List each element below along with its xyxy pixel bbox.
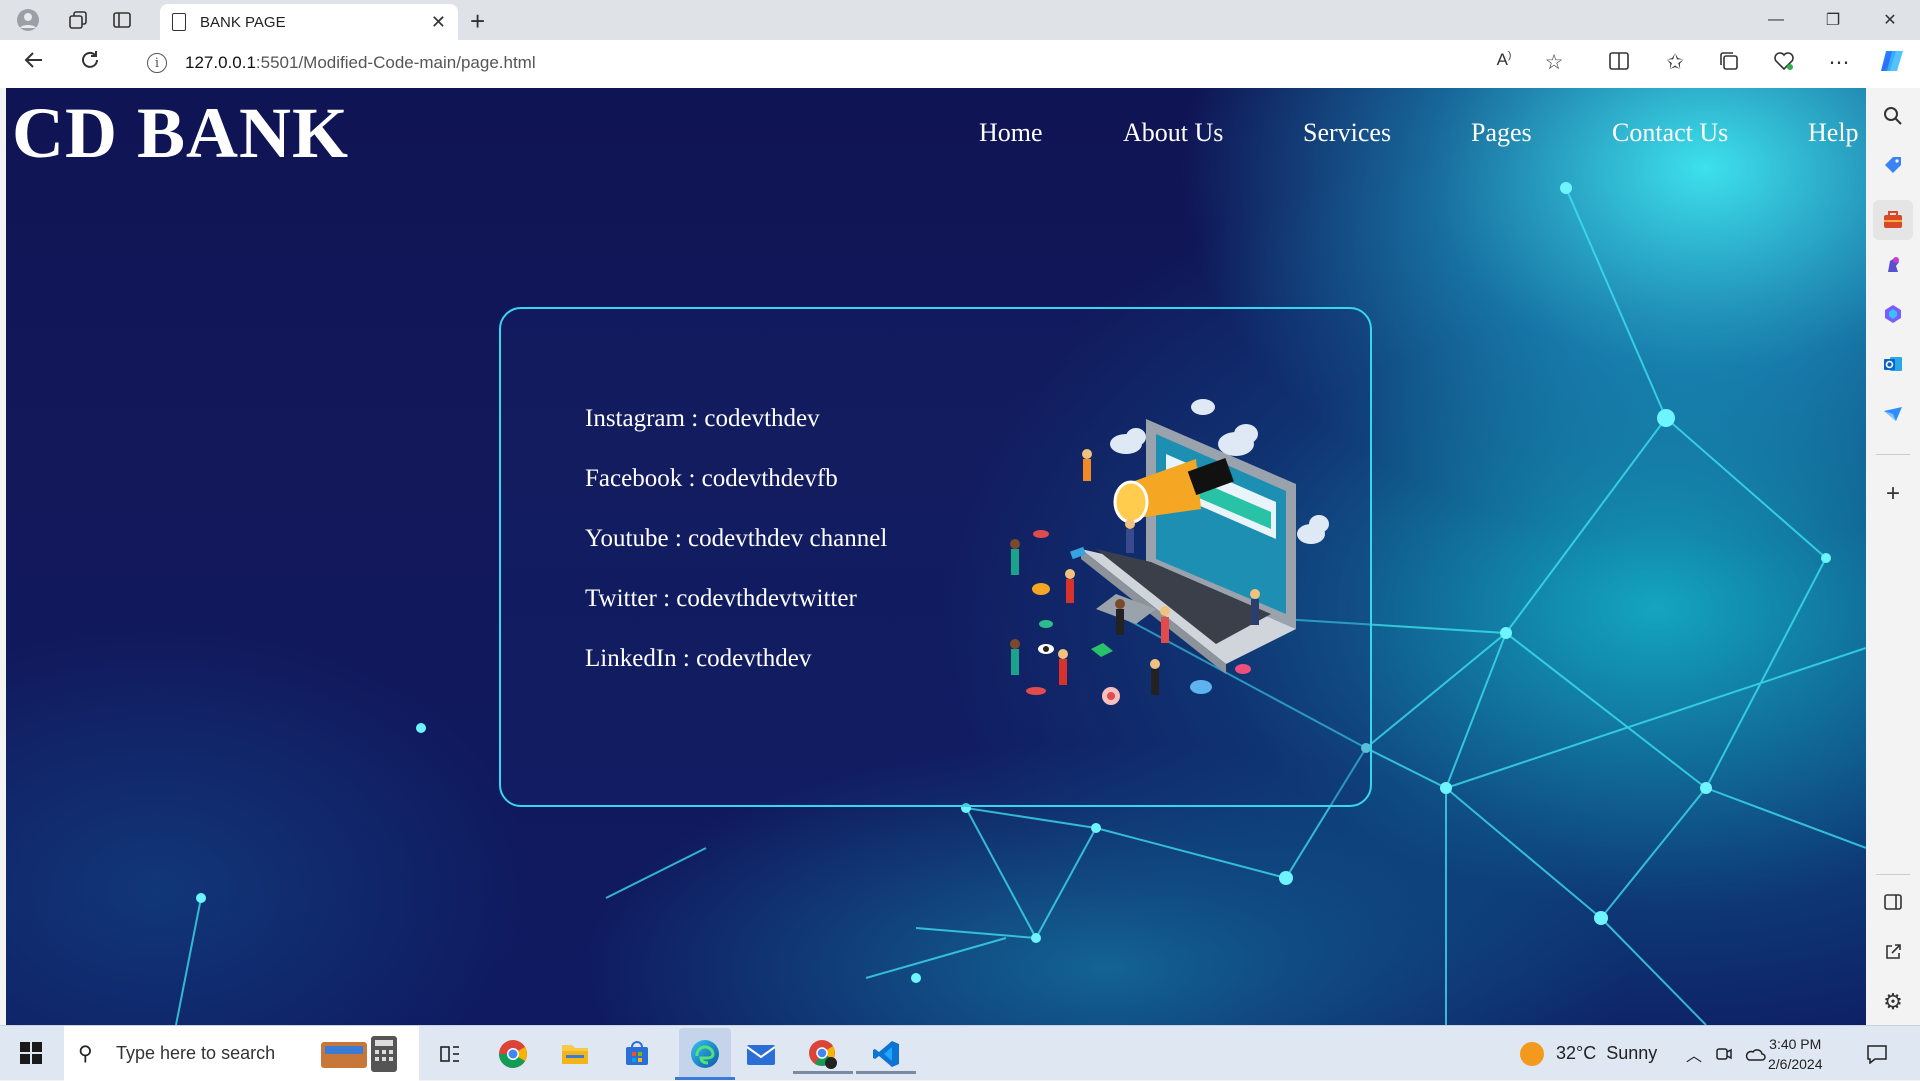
info-icon[interactable]: i [147, 53, 167, 73]
nav-services[interactable]: Services [1303, 118, 1391, 148]
shopping-icon[interactable] [1879, 151, 1907, 179]
collections-icon[interactable] [1714, 50, 1744, 78]
split-screen-icon[interactable] [1604, 50, 1634, 78]
outlook-icon[interactable] [1879, 350, 1907, 378]
contact-twitter: Twitter : codevthdevtwitter [585, 585, 857, 612]
more-icon[interactable]: ⋯ [1824, 50, 1854, 75]
chrome-icon[interactable] [493, 1034, 533, 1074]
restore-button[interactable]: ❐ [1805, 0, 1861, 40]
page-icon [172, 13, 186, 31]
sidebar-toggle-icon[interactable] [1879, 888, 1907, 916]
games-icon[interactable] [1879, 250, 1907, 278]
meet-now-icon[interactable] [1715, 1026, 1733, 1081]
taskbar-search-placeholder: Type here to search [116, 1043, 276, 1063]
contact-linkedin: LinkedIn : codevthdev [585, 645, 812, 672]
notifications-icon[interactable] [1866, 1026, 1888, 1081]
minimize-button[interactable]: — [1748, 0, 1804, 40]
chrome-profile-icon[interactable] [793, 1034, 853, 1074]
nav-about-us[interactable]: About Us [1123, 118, 1223, 148]
search-highlight-icon [319, 1032, 405, 1076]
close-window-button[interactable]: ✕ [1862, 0, 1918, 40]
external-icon[interactable] [1879, 938, 1907, 966]
profile-icon[interactable] [14, 6, 42, 34]
nav-pages[interactable]: Pages [1471, 118, 1532, 148]
show-hidden-icons[interactable]: ︿ [1686, 1026, 1702, 1081]
mail-icon[interactable] [741, 1034, 781, 1074]
contact-list: Instagram : codevthdev Facebook : codevt… [585, 405, 887, 705]
task-view-icon[interactable] [430, 1034, 470, 1074]
search-icon[interactable] [1879, 102, 1907, 130]
edge-sidebar: + ⚙ [1866, 88, 1920, 1025]
edge-taskbar-icon[interactable] [675, 1028, 735, 1080]
back-icon[interactable] [18, 48, 50, 78]
favorites-icon[interactable]: ✩ [1660, 50, 1690, 75]
sun-icon [1520, 1041, 1544, 1066]
close-tab-icon[interactable]: ✕ [431, 12, 446, 33]
contact-card: Instagram : codevthdev Facebook : codevt… [499, 307, 1372, 807]
microsoft365-icon[interactable] [1879, 300, 1907, 328]
copilot-icon[interactable] [1878, 47, 1908, 81]
windows-taskbar: ⚲ Type here to search 32°C Sunny ︿ 3:40 … [0, 1025, 1920, 1081]
favorite-star-icon[interactable]: ☆ [1539, 50, 1569, 75]
url-path: :5501/Modified-Code-main/page.html [255, 53, 536, 72]
tab-title: BANK PAGE [200, 13, 286, 31]
contact-instagram: Instagram : codevthdev [585, 405, 820, 432]
windows-start-icon[interactable] [20, 1042, 42, 1064]
weather-text: 32°C Sunny [1556, 1043, 1658, 1063]
clock-date: 2/6/2024 [1768, 1056, 1823, 1072]
read-aloud-icon[interactable]: A) [1489, 50, 1519, 70]
weather-widget[interactable]: 32°C Sunny [1520, 1026, 1657, 1081]
nav-help[interactable]: Help [1808, 118, 1859, 148]
address-bar[interactable]: i 127.0.0.1:5501/Modified-Code-main/page… [125, 44, 1585, 82]
marketing-illustration [1010, 399, 1329, 705]
page-viewport: CD BANK Home About Us Services Pages Con… [6, 88, 1866, 1025]
workspaces-icon[interactable] [64, 6, 92, 34]
taskbar-clock[interactable]: 3:40 PM 2/6/2024 [1768, 1034, 1823, 1074]
taskbar-search[interactable]: ⚲ Type here to search [64, 1026, 419, 1081]
drop-icon[interactable] [1879, 400, 1907, 428]
store-icon[interactable] [617, 1034, 657, 1074]
running-indicator [793, 1071, 853, 1074]
nav-contact-us[interactable]: Contact Us [1612, 118, 1728, 148]
browser-tab[interactable]: BANK PAGE ✕ [160, 4, 458, 40]
add-icon[interactable]: + [1879, 480, 1907, 508]
clock-time: 3:40 PM [1769, 1036, 1822, 1052]
divider [1876, 454, 1910, 455]
running-indicator [856, 1071, 916, 1074]
search-glass-icon: ⚲ [78, 1043, 93, 1065]
vscode-icon[interactable] [856, 1034, 916, 1074]
browser-essentials-icon[interactable] [1769, 50, 1799, 78]
divider [1876, 874, 1910, 875]
file-explorer-icon[interactable] [555, 1034, 595, 1074]
refresh-icon[interactable] [74, 48, 106, 78]
contact-youtube: Youtube : codevthdev channel [585, 525, 888, 552]
tab-actions-icon[interactable] [108, 6, 136, 34]
site-logo[interactable]: CD BANK [12, 92, 349, 175]
tools-icon[interactable] [1873, 200, 1913, 240]
settings-icon[interactable]: ⚙ [1879, 988, 1907, 1016]
new-tab-button[interactable]: + [470, 6, 485, 37]
nav-home[interactable]: Home [979, 118, 1043, 148]
url-host: 127.0.0.1 [185, 53, 256, 72]
contact-facebook: Facebook : codevthdevfb [585, 465, 838, 492]
onedrive-icon[interactable] [1744, 1026, 1766, 1081]
